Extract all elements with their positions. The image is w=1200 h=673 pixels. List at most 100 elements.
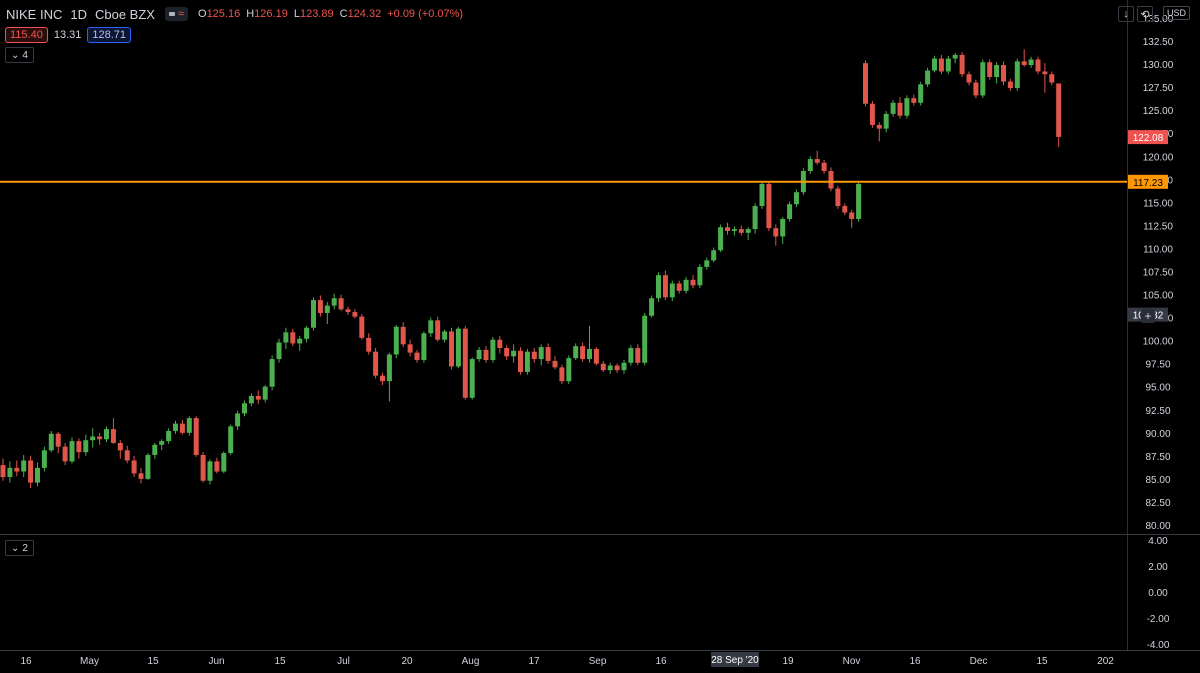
candle-body <box>945 58 951 72</box>
candle-17 <box>117 440 123 459</box>
candle-48 <box>331 293 337 310</box>
candle-94 <box>649 295 655 318</box>
candle-141 <box>973 79 979 99</box>
candle-152 <box>1049 71 1055 86</box>
time-tick-label: May <box>80 656 99 667</box>
candle-body <box>566 358 572 382</box>
candle-body <box>317 300 323 313</box>
candle-4 <box>28 455 34 489</box>
candle-57 <box>393 324 399 359</box>
candle-27 <box>186 416 192 436</box>
candle-47 <box>324 301 330 325</box>
candle-132 <box>911 94 917 106</box>
candle-body <box>518 350 523 372</box>
time-tick-label: Sep <box>589 656 607 667</box>
candle-body <box>504 348 510 357</box>
ask-price-box[interactable]: 128.71 <box>87 27 132 43</box>
candle-body <box>97 436 103 440</box>
crosshair-time-text: 28 Sep '20 <box>711 655 759 666</box>
candle-body <box>842 206 848 213</box>
candle-123 <box>849 209 855 229</box>
candle-body <box>856 183 862 219</box>
time-tick-label: 16 <box>20 656 32 667</box>
price-tick-label: 130.00 <box>1143 60 1174 71</box>
oscillator-axis[interactable]: 4.00 2.00 0.00 -2.00 -4.00 <box>1147 536 1170 651</box>
candle-49 <box>338 294 344 312</box>
candle-15 <box>104 426 109 443</box>
candle-22 <box>152 442 158 459</box>
legend-toggle[interactable]: ≈ <box>164 7 188 21</box>
scroll-down-button[interactable]: ↓ <box>1118 6 1134 22</box>
candle-107 <box>738 225 744 236</box>
candle-body <box>828 171 834 189</box>
candle-113 <box>780 217 786 244</box>
candle-146 <box>1007 78 1013 91</box>
candle-140 <box>966 71 972 86</box>
time-tick-label: 16 <box>909 656 921 667</box>
candle-body <box>607 365 613 371</box>
plus-icon[interactable]: + <box>1141 309 1155 323</box>
pane1-collapse-button[interactable]: ⌄ 4 <box>5 47 34 63</box>
candle-body <box>925 70 931 85</box>
candle-83 <box>573 343 579 360</box>
candle-82 <box>566 355 572 384</box>
candle-body <box>869 103 875 125</box>
candle-body <box>669 283 675 298</box>
price-axis[interactable]: 135.00132.50130.00127.50125.00122.50120.… <box>1143 14 1174 532</box>
bid-price-box[interactable]: 115.40 <box>5 27 48 43</box>
candle-body <box>366 337 372 352</box>
arrow-down-icon[interactable]: ↓ <box>1118 6 1134 22</box>
ohlc-open: O125.16 <box>198 8 241 20</box>
candle-125 <box>863 60 868 107</box>
currency-label[interactable]: USD <box>1163 6 1191 20</box>
pane2-collapse-button[interactable]: ⌄ 2 <box>5 540 34 556</box>
time-axis[interactable]: 16May15Jun15Jul20Aug17Sep16Oct19Nov16Dec… <box>20 652 1114 667</box>
candle-100 <box>690 275 696 289</box>
candle-body <box>635 348 641 363</box>
time-tick-label: 15 <box>1036 656 1048 667</box>
price-tick-label: 125.00 <box>1143 106 1174 117</box>
candle-body <box>766 183 772 229</box>
timeframe[interactable]: 1D <box>70 7 87 22</box>
candle-body <box>600 363 606 371</box>
symbol-name[interactable]: NIKE INC <box>6 7 62 22</box>
price-tick-label: 85.00 <box>1145 475 1170 486</box>
candle-106 <box>731 226 737 236</box>
sync-button[interactable]: ⟲ <box>1137 6 1153 22</box>
candle-51 <box>352 309 358 319</box>
candle-body <box>1014 61 1020 89</box>
pane1-indicator-count: 4 <box>22 49 28 61</box>
candle-92 <box>635 344 641 366</box>
candle-body <box>7 467 13 478</box>
candle-body <box>380 375 385 382</box>
candle-29 <box>200 452 206 483</box>
candle-body <box>331 298 337 306</box>
price-tick-label: 115.00 <box>1143 198 1173 209</box>
candle-body <box>269 359 275 387</box>
candle-6 <box>41 446 47 472</box>
candle-63 <box>435 316 441 342</box>
candle-16 <box>110 418 116 444</box>
candle-133 <box>918 81 924 106</box>
time-tick-label: 20 <box>401 656 413 667</box>
candle-18 <box>124 445 130 464</box>
candle-body <box>1021 61 1027 66</box>
indicator-values: 115.40 13.31 128.71 <box>5 27 132 43</box>
candle-103 <box>711 247 717 263</box>
candle-body <box>552 360 558 368</box>
candle-body <box>110 429 116 443</box>
price-tick-label: 120.00 <box>1143 152 1174 163</box>
candle-73 <box>504 345 510 360</box>
candle-60 <box>414 349 420 363</box>
time-tick-label: Aug <box>462 656 480 667</box>
candle-8 <box>55 431 61 454</box>
chart-canvas[interactable]: 135.00132.50130.00127.50125.00122.50120.… <box>0 0 1200 673</box>
candle-96 <box>662 270 668 301</box>
candle-body <box>545 347 551 361</box>
candle-body <box>345 309 351 313</box>
osc-tick-label: -2.00 <box>1147 614 1170 625</box>
price-tick-label: 92.50 <box>1145 406 1170 417</box>
price-tick-label: 132.50 <box>1143 37 1174 48</box>
sync-icon[interactable]: ⟲ <box>1137 6 1153 22</box>
candle-body <box>152 444 158 455</box>
